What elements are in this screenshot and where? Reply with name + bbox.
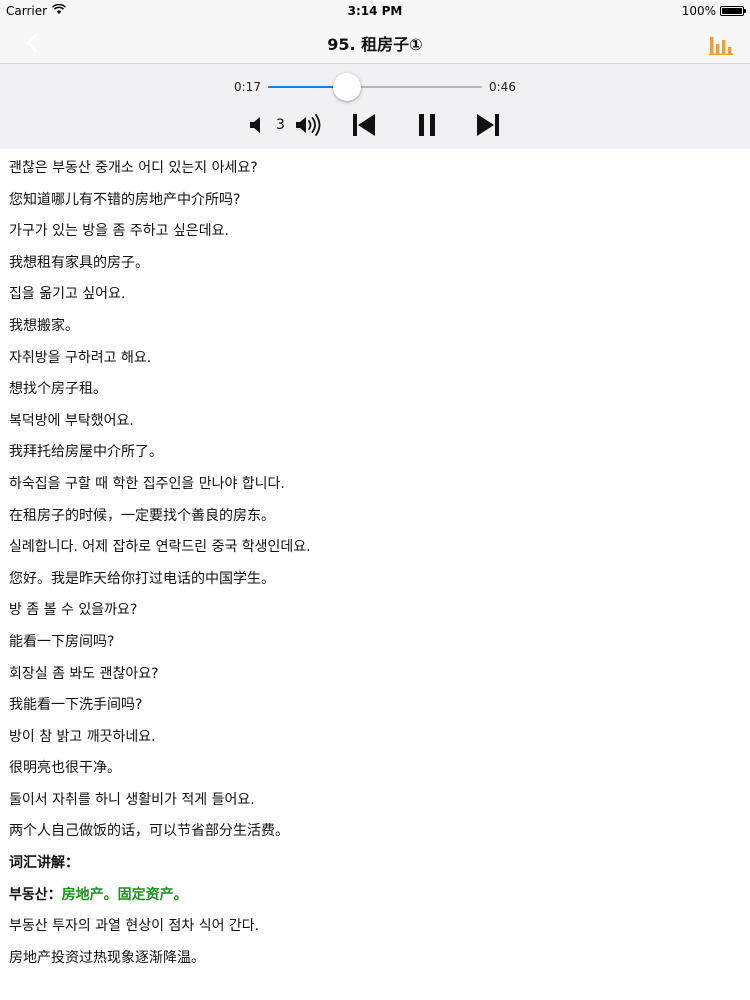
wifi-icon: [52, 3, 66, 18]
speaker-icon: [250, 117, 260, 133]
transcript-line: 집을 옮기고 싶어요.: [9, 286, 126, 303]
transcript-line: 我拜托给房屋中介所了。: [9, 444, 163, 461]
status-right: 100%: [681, 4, 746, 18]
transcript-line: 회장실 좀 봐도 괜찮아요?: [9, 665, 159, 682]
volume-up-button[interactable]: [295, 112, 325, 138]
transcript-line: 我能看一下洗手间吗?: [9, 697, 143, 714]
transcript-line: 복덕방에 부탁했어요.: [9, 412, 134, 429]
pause-button[interactable]: [414, 111, 440, 139]
transcript-line: 在租房子的时候，一定要找个善良的房东。: [9, 507, 275, 524]
vocab-example-korean: 부동산 투자의 과열 현상이 점차 식어 간다.: [9, 918, 260, 935]
current-time: 0:17: [234, 80, 261, 94]
transcript-line: 我想搬家。: [9, 317, 79, 334]
transcript-line: 想找个房子租。: [9, 381, 107, 398]
previous-track-button[interactable]: [350, 111, 378, 139]
progress-slider[interactable]: [268, 73, 482, 101]
pause-icon: [419, 114, 435, 136]
next-track-button[interactable]: [474, 111, 502, 139]
audio-player: 0:17 0:46 3: [0, 64, 750, 149]
battery-icon: [720, 6, 746, 16]
transcript-line: 很明亮也很干净。: [9, 760, 121, 777]
transcript-line: 您好。我是昨天给你打过电话的中国学生。: [9, 570, 275, 587]
transcript-line: 两个人自己做饭的话，可以节省部分生活费。: [9, 823, 289, 840]
transcript-line: 방이 참 밝고 깨끗하네요.: [9, 728, 156, 745]
transcript-line: 能看一下房间吗?: [9, 633, 115, 650]
total-time: 0:46: [489, 80, 516, 94]
volume-down-button[interactable]: [248, 114, 266, 136]
status-bar: Carrier 3:14 PM 100%: [0, 0, 750, 22]
skip-forward-icon: [477, 114, 499, 136]
transcript-line: 둘이서 자취를 하니 생활비가 적게 들어요.: [9, 791, 255, 808]
vocab-entry: 부동산：房地产。固定资产。: [9, 880, 750, 912]
vocab-definition: 房地产。固定资产。: [61, 886, 188, 903]
progress-thumb[interactable]: [333, 73, 362, 101]
transcript-line: 실례합니다. 어제 잡하로 연락드린 중국 학생인데요.: [9, 539, 311, 556]
vocab-example-chinese: 房地产投资过热现象逐渐降温。: [9, 949, 205, 966]
transcript-line: 가구가 있는 방을 좀 주하고 싶은데요.: [9, 223, 229, 240]
status-time: 3:14 PM: [347, 4, 403, 18]
vocab-term: 부동산：: [9, 886, 62, 903]
skip-back-icon: [353, 114, 375, 136]
nav-bar: 95. 租房子①: [0, 22, 750, 64]
transcript-line: 하숙집을 구할 때 학한 집주인을 만나야 합니다.: [9, 475, 285, 492]
playback-controls: 3: [0, 110, 750, 140]
battery-percent: 100%: [681, 4, 716, 18]
transcript-line: 我想租有家具的房子。: [9, 254, 149, 271]
stats-button[interactable]: [708, 31, 734, 55]
speaker-loud-icon: [296, 114, 321, 136]
bar-chart-icon: [709, 37, 733, 55]
transcript-line: 您知道哪儿有不错的房地产中介所吗?: [9, 191, 241, 208]
transcript-line: 자취방을 구하려고 해요.: [9, 349, 152, 366]
transcript-line: 방 좀 볼 수 있을까요?: [9, 602, 138, 619]
volume-value: 3: [276, 117, 285, 133]
carrier-label: Carrier: [6, 4, 48, 18]
transcript-line: 괜찮은 부동산 중개소 어디 있는지 아세요?: [9, 160, 258, 176]
vocab-heading: 词汇讲解：: [9, 855, 79, 872]
chevron-left-icon: [26, 33, 38, 53]
transcript: 괜찮은 부동산 중개소 어디 있는지 아세요? 您知道哪儿有不错的房地产中介所吗…: [0, 149, 750, 974]
status-left: Carrier: [6, 3, 66, 18]
back-button[interactable]: [18, 30, 46, 56]
page-title: 95. 租房子①: [327, 34, 423, 54]
